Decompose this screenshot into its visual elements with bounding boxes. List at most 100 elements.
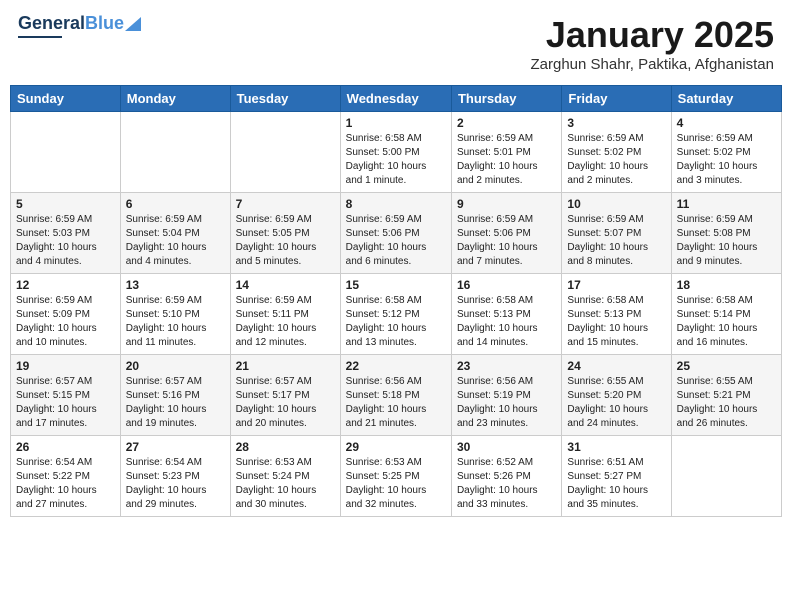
day-number: 26 [16,440,115,454]
calendar-week-row: 12 Sunrise: 6:59 AM Sunset: 5:09 PM Dayli… [11,274,782,355]
header-wednesday: Wednesday [340,86,451,112]
day-info: Sunrise: 6:59 AM Sunset: 5:10 PM Dayligh… [126,294,225,350]
logo-text: GeneralBlue [18,14,124,34]
day-number: 31 [567,440,665,454]
day-info: Sunrise: 6:59 AM Sunset: 5:04 PM Dayligh… [126,213,225,269]
day-info: Sunrise: 6:59 AM Sunset: 5:06 PM Dayligh… [346,213,446,269]
day-info: Sunrise: 6:53 AM Sunset: 5:25 PM Dayligh… [346,456,446,512]
table-row: 11Sunrise: 6:59 AM Sunset: 5:08 PM Dayli… [671,193,781,274]
day-info: Sunrise: 6:57 AM Sunset: 5:16 PM Dayligh… [126,375,225,431]
weekday-header-row: Sunday Monday Tuesday Wednesday Thursday… [11,86,782,112]
header-monday: Monday [120,86,230,112]
day-number: 20 [126,359,225,373]
table-row: 27Sunrise: 6:54 AM Sunset: 5:23 PM Dayli… [120,436,230,517]
table-row: 26 Sunrise: 6:54 AM Sunset: 5:22 PM Dayli… [11,436,121,517]
day-info: Sunrise: 6:59 AM Sunset: 5:11 PM Dayligh… [236,294,335,350]
table-row [230,112,340,193]
day-info: Sunrise: 6:59 AM Sunset: 5:06 PM Dayligh… [457,213,556,269]
day-number: 10 [567,197,665,211]
day-number: 12 [16,278,115,292]
table-row: 12 Sunrise: 6:59 AM Sunset: 5:09 PM Dayli… [11,274,121,355]
table-row: 4 Sunrise: 6:59 AM Sunset: 5:02 PM Daylig… [671,112,781,193]
day-info: Sunrise: 6:52 AM Sunset: 5:26 PM Dayligh… [457,456,556,512]
day-info: Sunrise: 6:59 AM Sunset: 5:03 PM Dayligh… [16,213,115,269]
day-info: Sunrise: 6:59 AM Sunset: 5:02 PM Dayligh… [567,132,665,188]
table-row: 28Sunrise: 6:53 AM Sunset: 5:24 PM Dayli… [230,436,340,517]
day-number: 3 [567,116,665,130]
day-number: 1 [346,116,446,130]
calendar-week-row: 26 Sunrise: 6:54 AM Sunset: 5:22 PM Dayli… [11,436,782,517]
day-number: 2 [457,116,556,130]
day-number: 8 [346,197,446,211]
day-number: 14 [236,278,335,292]
table-row: 25 Sunrise: 6:55 AM Sunset: 5:21 PM Dayli… [671,355,781,436]
day-number: 15 [346,278,446,292]
calendar-location: Zarghun Shahr, Paktika, Afghanistan [531,56,775,73]
day-number: 19 [16,359,115,373]
table-row: 19Sunrise: 6:57 AM Sunset: 5:15 PM Dayli… [11,355,121,436]
day-number: 18 [677,278,776,292]
day-info: Sunrise: 6:51 AM Sunset: 5:27 PM Dayligh… [567,456,665,512]
table-row: 30 Sunrise: 6:52 AM Sunset: 5:26 PM Dayli… [451,436,561,517]
page-header: GeneralBlue January 2025 Zarghun Shahr, … [10,10,782,77]
day-number: 7 [236,197,335,211]
table-row: 2Sunrise: 6:59 AM Sunset: 5:01 PM Daylig… [451,112,561,193]
table-row [671,436,781,517]
logo-icon [125,13,141,31]
day-number: 17 [567,278,665,292]
day-number: 25 [677,359,776,373]
table-row: 8 Sunrise: 6:59 AM Sunset: 5:06 PM Daylig… [340,193,451,274]
day-info: Sunrise: 6:59 AM Sunset: 5:05 PM Dayligh… [236,213,335,269]
day-number: 30 [457,440,556,454]
table-row: 17 Sunrise: 6:58 AM Sunset: 5:13 PM Dayli… [562,274,671,355]
day-info: Sunrise: 6:58 AM Sunset: 5:13 PM Dayligh… [457,294,556,350]
day-info: Sunrise: 6:55 AM Sunset: 5:21 PM Dayligh… [677,375,776,431]
table-row: 13 Sunrise: 6:59 AM Sunset: 5:10 PM Dayli… [120,274,230,355]
table-row: 6Sunrise: 6:59 AM Sunset: 5:04 PM Daylig… [120,193,230,274]
day-info: Sunrise: 6:54 AM Sunset: 5:23 PM Dayligh… [126,456,225,512]
table-row: 10 Sunrise: 6:59 AM Sunset: 5:07 PM Dayli… [562,193,671,274]
day-number: 22 [346,359,446,373]
table-row: 16Sunrise: 6:58 AM Sunset: 5:13 PM Dayli… [451,274,561,355]
calendar-week-row: 19Sunrise: 6:57 AM Sunset: 5:15 PM Dayli… [11,355,782,436]
header-tuesday: Tuesday [230,86,340,112]
day-info: Sunrise: 6:58 AM Sunset: 5:14 PM Dayligh… [677,294,776,350]
table-row: 21Sunrise: 6:57 AM Sunset: 5:17 PM Dayli… [230,355,340,436]
day-info: Sunrise: 6:58 AM Sunset: 5:13 PM Dayligh… [567,294,665,350]
day-info: Sunrise: 6:56 AM Sunset: 5:18 PM Dayligh… [346,375,446,431]
table-row: 7 Sunrise: 6:59 AM Sunset: 5:05 PM Daylig… [230,193,340,274]
table-row: 5 Sunrise: 6:59 AM Sunset: 5:03 PM Daylig… [11,193,121,274]
table-row: 31 Sunrise: 6:51 AM Sunset: 5:27 PM Dayli… [562,436,671,517]
table-row: 9Sunrise: 6:59 AM Sunset: 5:06 PM Daylig… [451,193,561,274]
day-number: 11 [677,197,776,211]
day-info: Sunrise: 6:55 AM Sunset: 5:20 PM Dayligh… [567,375,665,431]
table-row: 22 Sunrise: 6:56 AM Sunset: 5:18 PM Dayli… [340,355,451,436]
day-number: 29 [346,440,446,454]
header-saturday: Saturday [671,86,781,112]
day-info: Sunrise: 6:56 AM Sunset: 5:19 PM Dayligh… [457,375,556,431]
logo: GeneralBlue [18,14,141,38]
table-row [11,112,121,193]
day-number: 13 [126,278,225,292]
table-row [120,112,230,193]
calendar-week-row: 5 Sunrise: 6:59 AM Sunset: 5:03 PM Daylig… [11,193,782,274]
day-info: Sunrise: 6:54 AM Sunset: 5:22 PM Dayligh… [16,456,115,512]
table-row: 23 Sunrise: 6:56 AM Sunset: 5:19 PM Dayli… [451,355,561,436]
day-info: Sunrise: 6:53 AM Sunset: 5:24 PM Dayligh… [236,456,335,512]
table-row: 20 Sunrise: 6:57 AM Sunset: 5:16 PM Dayli… [120,355,230,436]
table-row: 29 Sunrise: 6:53 AM Sunset: 5:25 PM Dayli… [340,436,451,517]
table-row: 15 Sunrise: 6:58 AM Sunset: 5:12 PM Dayli… [340,274,451,355]
day-number: 4 [677,116,776,130]
day-info: Sunrise: 6:58 AM Sunset: 5:12 PM Dayligh… [346,294,446,350]
day-info: Sunrise: 6:59 AM Sunset: 5:02 PM Dayligh… [677,132,776,188]
day-info: Sunrise: 6:58 AM Sunset: 5:00 PM Dayligh… [346,132,446,188]
day-number: 23 [457,359,556,373]
header-sunday: Sunday [11,86,121,112]
day-number: 5 [16,197,115,211]
day-info: Sunrise: 6:59 AM Sunset: 5:07 PM Dayligh… [567,213,665,269]
day-info: Sunrise: 6:59 AM Sunset: 5:09 PM Dayligh… [16,294,115,350]
table-row: 18 Sunrise: 6:58 AM Sunset: 5:14 PM Dayli… [671,274,781,355]
table-row: 24Sunrise: 6:55 AM Sunset: 5:20 PM Dayli… [562,355,671,436]
header-thursday: Thursday [451,86,561,112]
table-row: 3 Sunrise: 6:59 AM Sunset: 5:02 PM Daylig… [562,112,671,193]
